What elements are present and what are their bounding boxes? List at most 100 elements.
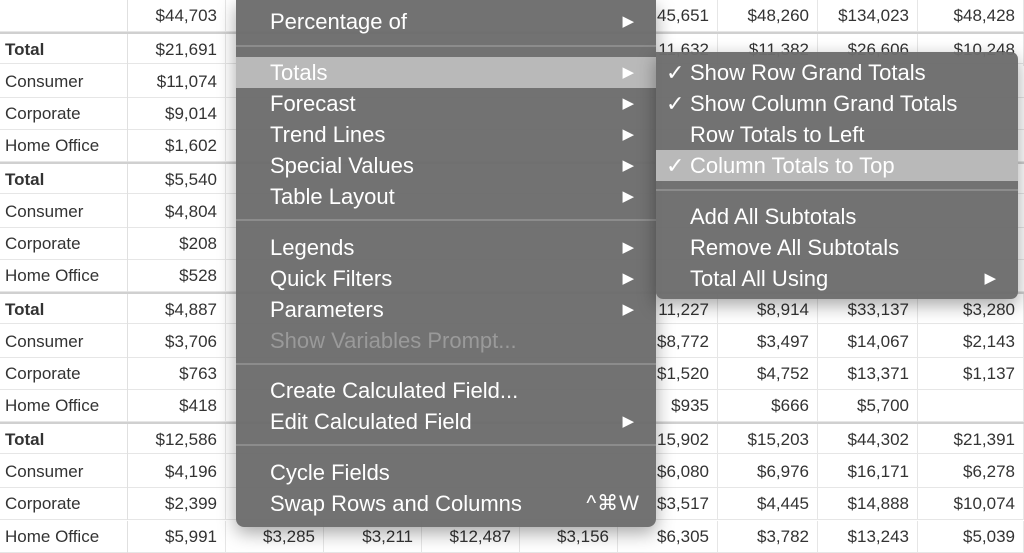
table-cell[interactable]: $13,243 (818, 521, 918, 553)
table-cell[interactable]: $11,074 (128, 66, 226, 98)
menu-item-percentage-of[interactable]: Percentage of ▶ (236, 6, 656, 37)
menu-item-label: Remove All Subtotals (690, 235, 900, 260)
table-cell[interactable]: $13,371 (818, 358, 918, 390)
row-label[interactable]: Consumer (0, 66, 128, 98)
table-cell[interactable]: $21,691 (128, 34, 226, 66)
menu-item-label: Quick Filters (270, 266, 393, 291)
table-cell[interactable]: $6,278 (918, 456, 1024, 488)
table-cell[interactable]: $4,887 (128, 294, 226, 326)
table-cell[interactable]: $3,782 (718, 521, 818, 553)
menu-separator (236, 219, 656, 221)
table-cell[interactable]: $4,752 (718, 358, 818, 390)
table-cell[interactable]: $5,991 (128, 521, 226, 553)
submenu-arrow-icon: ▶ (622, 239, 634, 256)
table-cell[interactable]: $5,039 (918, 521, 1024, 553)
menu-item-swap-rows-and-columns[interactable]: Swap Rows and Columns ^⌘W (236, 488, 656, 519)
menu-item-label: Legends (270, 235, 355, 260)
row-label[interactable]: Home Office (0, 130, 128, 162)
row-label[interactable]: Consumer (0, 196, 128, 228)
menu-item-label: Table Layout (270, 184, 395, 209)
row-label[interactable]: Corporate (0, 228, 128, 260)
menu-item-label: Totals (270, 60, 328, 85)
submenu-arrow-icon: ▶ (622, 13, 634, 30)
menu-item-label: Total All Using (690, 266, 829, 291)
menu-item-table-layout[interactable]: Table Layout ▶ (236, 181, 656, 212)
table-cell[interactable]: $6,976 (718, 456, 818, 488)
menu-item-label: Show Column Grand Totals (690, 91, 958, 116)
table-cell[interactable]: $3,497 (718, 326, 818, 358)
menu-item-special-values[interactable]: Special Values ▶ (236, 150, 656, 181)
menu-item-totals[interactable]: Totals ▶ (236, 57, 656, 88)
menu-item-label: Add All Subtotals (690, 204, 857, 229)
menu-item-show-row-grand-totals[interactable]: ✓ Show Row Grand Totals (656, 57, 1018, 88)
table-cell[interactable]: $9,014 (128, 98, 226, 130)
menu-item-label: Row Totals to Left (690, 122, 865, 147)
analysis-context-menu: Percentage of ▶ Totals ▶ Forecast ▶ Tren… (236, 0, 656, 527)
row-label[interactable]: Total (0, 34, 128, 66)
menu-item-forecast[interactable]: Forecast ▶ (236, 88, 656, 119)
row-label[interactable]: Home Office (0, 260, 128, 292)
row-label[interactable]: Corporate (0, 488, 128, 520)
table-cell[interactable]: $1,137 (918, 358, 1024, 390)
menu-item-total-all-using[interactable]: Total All Using ▶ (656, 263, 1018, 294)
row-label[interactable]: Total (0, 164, 128, 196)
menu-item-label: Show Variables Prompt... (270, 328, 517, 353)
table-cell[interactable]: $14,067 (818, 326, 918, 358)
table-cell[interactable]: $16,171 (818, 456, 918, 488)
menu-item-column-totals-to-top[interactable]: ✓ Column Totals to Top (656, 150, 1018, 181)
row-label[interactable]: Corporate (0, 98, 128, 130)
menu-item-label: Parameters (270, 297, 384, 322)
table-cell[interactable]: $4,804 (128, 196, 226, 228)
menu-item-quick-filters[interactable]: Quick Filters ▶ (236, 263, 656, 294)
menu-item-label: Cycle Fields (270, 460, 390, 485)
table-cell[interactable]: $12,586 (128, 424, 226, 456)
menu-item-add-all-subtotals[interactable]: Add All Subtotals (656, 201, 1018, 232)
table-cell[interactable]: $5,700 (818, 390, 918, 422)
table-cell[interactable]: $48,428 (918, 0, 1024, 32)
table-cell[interactable]: $21,391 (918, 424, 1024, 456)
table-cell[interactable]: $763 (128, 358, 226, 390)
table-cell[interactable]: $1,602 (128, 130, 226, 162)
row-label[interactable]: Consumer (0, 456, 128, 488)
table-cell[interactable]: $48,260 (718, 0, 818, 32)
row-label[interactable]: Consumer (0, 326, 128, 358)
menu-item-remove-all-subtotals[interactable]: Remove All Subtotals (656, 232, 1018, 263)
table-cell[interactable]: $10,074 (918, 488, 1024, 520)
table-cell[interactable]: $3,706 (128, 326, 226, 358)
table-cell[interactable]: $2,399 (128, 488, 226, 520)
table-cell[interactable]: $666 (718, 390, 818, 422)
table-cell[interactable]: $418 (128, 390, 226, 422)
row-label[interactable] (0, 0, 128, 32)
checkmark-icon: ✓ (666, 91, 685, 116)
row-label[interactable]: Total (0, 294, 128, 326)
menu-separator (236, 363, 656, 365)
table-cell[interactable]: $2,143 (918, 326, 1024, 358)
row-label[interactable]: Home Office (0, 521, 128, 553)
table-cell[interactable]: $528 (128, 260, 226, 292)
submenu-arrow-icon: ▶ (622, 157, 634, 174)
row-label[interactable]: Total (0, 424, 128, 456)
menu-item-show-column-grand-totals[interactable]: ✓ Show Column Grand Totals (656, 88, 1018, 119)
checkmark-icon: ✓ (666, 60, 685, 85)
menu-item-trend-lines[interactable]: Trend Lines ▶ (236, 119, 656, 150)
table-cell[interactable] (918, 390, 1024, 422)
table-cell[interactable]: $44,302 (818, 424, 918, 456)
menu-item-edit-calculated-field[interactable]: Edit Calculated Field ▶ (236, 406, 656, 437)
table-cell[interactable]: $44,703 (128, 0, 226, 32)
row-label[interactable]: Corporate (0, 358, 128, 390)
table-cell[interactable]: $15,203 (718, 424, 818, 456)
table-cell[interactable]: $14,888 (818, 488, 918, 520)
row-label[interactable]: Home Office (0, 390, 128, 422)
submenu-arrow-icon: ▶ (622, 413, 634, 430)
menu-item-parameters[interactable]: Parameters ▶ (236, 294, 656, 325)
table-cell[interactable]: $134,023 (818, 0, 918, 32)
menu-item-create-calculated-field[interactable]: Create Calculated Field... (236, 375, 656, 406)
menu-item-legends[interactable]: Legends ▶ (236, 232, 656, 263)
menu-item-row-totals-to-left[interactable]: Row Totals to Left (656, 119, 1018, 150)
menu-item-label: Swap Rows and Columns (270, 491, 522, 516)
table-cell[interactable]: $4,196 (128, 456, 226, 488)
table-cell[interactable]: $4,445 (718, 488, 818, 520)
table-cell[interactable]: $5,540 (128, 164, 226, 196)
menu-item-cycle-fields[interactable]: Cycle Fields (236, 457, 656, 488)
table-cell[interactable]: $208 (128, 228, 226, 260)
